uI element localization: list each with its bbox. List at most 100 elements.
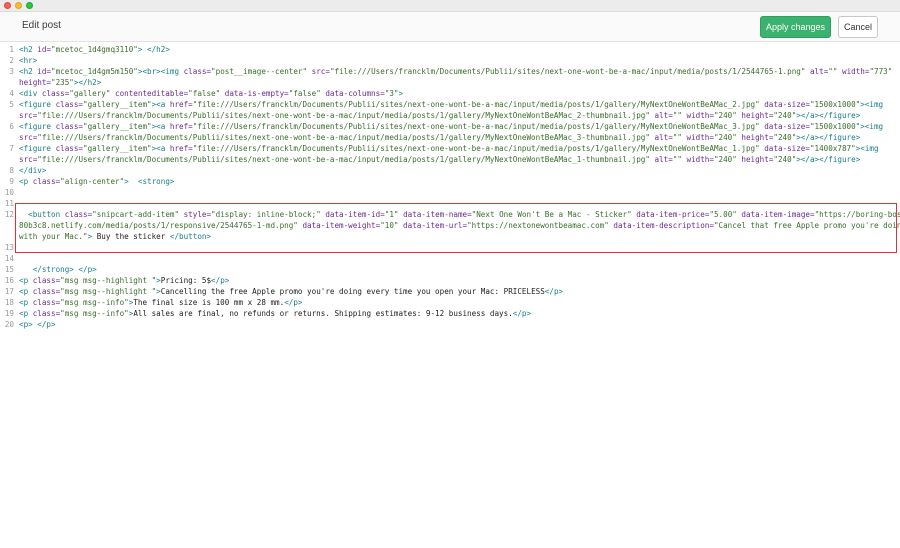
code-token: "file:///Users/francklm/Documents/Publii… [192,144,765,153]
code-token: ><a [151,144,170,153]
code-line: 15 </strong> </p> [0,264,900,275]
code-text: height="235"></h2> [19,77,101,88]
code-token: <figure [19,122,56,131]
code-token: contenteditable= [115,89,189,98]
line-number: 4 [9,89,14,98]
line-number: 16 [4,276,14,285]
code-token: <h2 [19,45,38,54]
code-token: "" [672,133,687,142]
code-token: "msg msg--highlight " [60,276,157,285]
code-line: 17 <p class="msg msg--highlight ">Cancell… [0,286,900,297]
code-token: "post__image--center" [211,67,312,76]
cancel-button[interactable]: Cancel [838,16,878,38]
code-token: "3" [384,89,399,98]
window-close-icon[interactable] [4,2,11,9]
line-number: 3 [9,67,14,76]
code-text: <figure class="gallery__item"><a href="f… [19,121,883,132]
code-token: <p [19,309,33,318]
code-line: 20 <p> </p> [0,319,900,330]
code-token: > [398,89,404,98]
code-token: "file:///Users/francklm/Documents/Publii… [192,100,765,109]
code-token: "file:///Users/francklm/Documents/Publii… [37,155,655,164]
code-token: All sales are final, no refunds or retur… [133,309,513,318]
code-line: 6 <figure class="gallery__item"><a href="… [0,121,900,132]
apply-changes-button[interactable]: Apply changes [760,16,831,38]
code-line: 2 <hr> [0,55,900,66]
code-text: src="file:///Users/francklm/Documents/Pu… [19,132,860,143]
code-token: src= [19,155,38,164]
code-token: ></a></figure> [796,111,861,120]
code-token: alt= [654,133,673,142]
code-token: <p [19,287,33,296]
code-token: "false" [288,89,326,98]
code-token: </p> [211,276,230,285]
code-editor[interactable]: 1 <h2 id="mcetoc_1d4gmq3110"> </h2> 2 <hr> 3… [0,43,900,548]
code-text: <p class="msg msg--highlight ">Cancellin… [19,286,563,297]
code-token: <p> </p> [19,320,56,329]
code-line: 10 [0,187,900,198]
line-number: 11 [4,199,14,208]
code-text: <h2 id="mcetoc_1d4gm5m150"><br><img clas… [19,66,892,77]
line-number: 13 [4,243,14,252]
code-text: <p> </p> [19,319,56,330]
code-token: Pricing: 5$ [160,276,212,285]
code-token: </p> [284,298,303,307]
code-text: <p class="msg msg--info">All sales are f… [19,308,531,319]
code-token: alt= [809,67,829,76]
code-token: ><br><img [137,67,184,76]
code-token: alt= [654,111,673,120]
code-token: </p> [512,309,532,318]
line-number: 18 [4,298,14,307]
line-number: 6 [9,122,14,131]
code-token: <hr> [19,56,38,65]
code-token: data-size= [764,144,810,153]
code-token: "gallery__item" [83,144,152,153]
code-token: > <strong> [124,177,175,186]
line-number: 2 [9,56,14,65]
code-text: <p class="msg msg--info">The final size … [19,297,302,308]
code-token: </div> [19,166,47,175]
line-number: 10 [4,188,14,197]
window-maximize-icon[interactable] [26,2,33,9]
code-token: "240" [773,155,797,164]
editor-header: Edit post Apply changes Cancel [0,12,900,42]
highlight-annotation-box [15,203,897,253]
code-token: <p [19,298,33,307]
line-number: 20 [4,320,14,329]
code-token: "mcetoc_1d4gm5m150" [51,67,138,76]
code-token: "false" [188,89,225,98]
code-token: ></a></figure> [796,133,861,142]
code-token: "align-center" [60,177,125,186]
code-token: "240" [713,111,742,120]
code-token: class= [32,298,61,307]
code-text: <h2 id="mcetoc_1d4gmq3110"> </h2> [19,44,170,55]
window-minimize-icon[interactable] [15,2,22,9]
code-token: height= [741,133,774,142]
code-token: "240" [713,133,742,142]
code-token: ><a [151,100,170,109]
line-number: 14 [4,254,14,263]
code-token: "1500x1000" [809,122,861,131]
code-text: </div> [19,165,46,176]
code-token: src= [19,133,38,142]
code-token: data-size= [764,100,810,109]
line-number: 5 [9,100,14,109]
code-token: </p> [544,287,564,296]
code-text: <figure class="gallery__item"><a href="f… [19,143,879,154]
code-token: <figure [19,144,56,153]
code-text: <p class="align-center"> <strong> [19,176,174,187]
code-token: src= [311,67,330,76]
code-token: "msg msg--info" [60,298,129,307]
code-token: src= [19,111,38,120]
code-token: "gallery__item" [83,122,152,131]
code-text: <p class="msg msg--highlight ">Pricing: … [19,275,229,286]
code-token: width= [686,133,714,142]
code-token: "file:///Users/francklm/Documents/Publii… [192,122,765,131]
code-token: class= [32,287,61,296]
code-token: height= [741,155,774,164]
code-token: "gallery__item" [83,100,152,109]
code-token: id= [37,67,52,76]
code-token: "235" [51,78,74,87]
code-text: <div class="gallery" contenteditable="fa… [19,88,403,99]
